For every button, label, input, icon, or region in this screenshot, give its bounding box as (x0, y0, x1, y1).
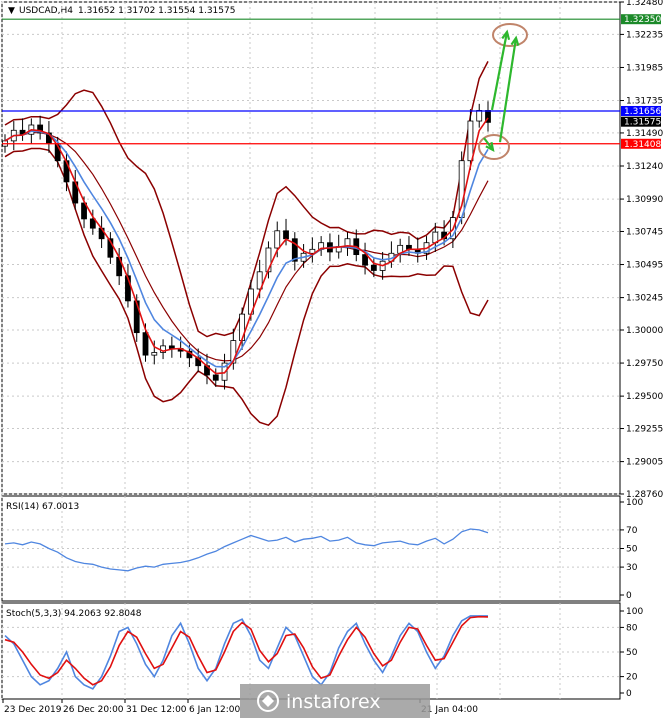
watermark-text: instaforex (286, 691, 381, 713)
candle (309, 237, 316, 263)
candle (204, 353, 210, 385)
moving-averages (4, 117, 489, 375)
chart-canvas: ▼ USDCAD,H4 1.31652 1.31702 1.31554 1.31… (1, 0, 663, 718)
candle (344, 232, 351, 256)
price-tick-label: 1.31735 (626, 97, 663, 107)
price-tick-label: 1.30990 (626, 195, 663, 205)
header-arrow-icon[interactable]: ▼ (8, 6, 15, 16)
candle-body (212, 374, 219, 381)
price-tick-label: 1.31240 (626, 162, 663, 172)
candle-body (283, 230, 289, 240)
rsi-series (4, 528, 489, 572)
candle (397, 238, 404, 263)
candle (168, 336, 175, 358)
rsi-line (4, 528, 489, 572)
stoch-label: Stoch(5,3,3) 94.2063 92.8048 (6, 609, 142, 619)
price-axis: 1.32480 1.32235 1.31985 1.31735 1.31490 1.312… (620, 0, 663, 500)
candle (318, 236, 325, 256)
time-tick-label: 26 Dec 20:00 (63, 705, 124, 715)
rsi-tick-label: 50 (626, 545, 638, 555)
price-tick-label: 1.32480 (626, 0, 663, 8)
rsi-label: RSI(14) 67.0013 (6, 502, 79, 512)
stoch-tick-label: 0 (626, 689, 632, 699)
time-tick-label: 6 Jan 12:00 (189, 705, 241, 715)
annotations (478, 23, 528, 160)
level-price-label: 1.31408 (624, 140, 661, 150)
red-ma (4, 117, 489, 375)
level-price-label: 1.31575 (624, 118, 661, 128)
stoch-tick-label: 50 (626, 648, 638, 658)
price-tick-label: 1.29500 (626, 392, 663, 402)
price-tick-label: 1.30000 (626, 326, 663, 336)
ohlc-label: 1.31652 1.31702 1.31554 1.31575 (78, 6, 235, 16)
bollinger-bands (4, 61, 489, 427)
candle-body (142, 332, 149, 356)
candle-body (467, 120, 474, 162)
candle (37, 115, 44, 140)
price-panel-frame (1, 1, 621, 495)
candle (107, 232, 114, 264)
price-tick-label: 1.29255 (626, 425, 663, 435)
watermark: instaforex (240, 684, 430, 718)
price-tick-label: 1.31490 (626, 129, 663, 139)
candle (125, 263, 131, 308)
rsi-tick-label: 70 (626, 526, 638, 536)
candle (19, 118, 26, 141)
usdcad-chart: ▼ USDCAD,H4 1.31652 1.31702 1.31554 1.31… (0, 0, 665, 719)
candle-body (151, 352, 158, 356)
level-price-label: 1.32350 (624, 15, 661, 25)
rsi-grid: 100 70 50 30 0 (1, 496, 643, 601)
chart-header: ▼ USDCAD,H4 1.31652 1.31702 1.31554 1.31… (8, 6, 235, 16)
stoch-tick-label: 100 (626, 607, 643, 617)
candle-body (362, 254, 368, 266)
candle (476, 103, 483, 128)
price-tick-label: 1.30495 (626, 261, 663, 271)
time-tick-label: 31 Dec 12:00 (126, 705, 187, 715)
candlesticks (2, 101, 491, 390)
candle (388, 241, 395, 268)
time-tick-label: 23 Dec 2019 (4, 705, 62, 715)
rsi-tick-label: 100 (626, 498, 643, 508)
candle (160, 339, 166, 360)
candle (485, 101, 491, 132)
candle-body (370, 264, 377, 271)
stoch-tick-label: 20 (626, 673, 638, 683)
stoch-tick-label: 80 (626, 623, 638, 633)
level-price-label: 1.31656 (624, 107, 661, 117)
rsi-tick-label: 0 (626, 591, 632, 601)
price-tick-label: 1.31985 (626, 63, 663, 73)
price-tick-label: 1.29005 (626, 458, 663, 468)
price-tick-label: 1.32235 (626, 30, 663, 40)
candle-body (274, 230, 281, 249)
price-tick-label: 1.30245 (626, 294, 663, 304)
price-grid (1, 1, 620, 495)
rsi-tick-label: 30 (626, 563, 638, 573)
candle (362, 242, 368, 275)
candle-body (476, 110, 483, 122)
symbol-label: USDCAD,H4 (19, 6, 73, 16)
price-tick-label: 1.30745 (626, 227, 663, 237)
price-tick-label: 1.29750 (626, 359, 663, 369)
target-circle (492, 23, 528, 47)
